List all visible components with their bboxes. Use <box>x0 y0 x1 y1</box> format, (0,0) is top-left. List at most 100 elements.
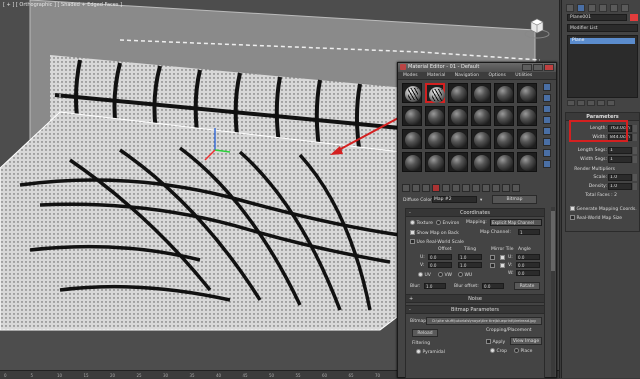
remove-modifier-icon[interactable] <box>597 100 605 106</box>
blur-offset-field[interactable]: 0.0 <box>482 283 504 289</box>
modifier-stack[interactable]: Plane <box>567 35 638 98</box>
material-slot[interactable] <box>448 129 468 149</box>
motion-tab-icon[interactable] <box>599 4 607 12</box>
uv-tiling-icon[interactable] <box>543 116 551 124</box>
material-slot[interactable] <box>402 106 422 126</box>
menu-material[interactable]: Material <box>427 73 445 78</box>
reload-button[interactable]: Reload <box>412 329 438 337</box>
options-icon[interactable] <box>543 149 551 157</box>
density-field[interactable]: 1.0 <box>608 183 632 190</box>
background-icon[interactable] <box>543 105 551 113</box>
map-type-button[interactable]: Bitmap <box>492 195 537 204</box>
u-mirror-checkbox[interactable] <box>490 255 495 260</box>
material-slot-selected[interactable] <box>425 83 445 103</box>
material-slot[interactable] <box>402 152 422 172</box>
show-end-result-icon[interactable] <box>492 184 500 192</box>
material-slot[interactable] <box>494 129 514 149</box>
texture-radio[interactable] <box>410 220 415 225</box>
material-editor-scrollbar[interactable] <box>551 207 555 377</box>
menu-navigation[interactable]: Navigation <box>455 73 479 78</box>
u-tiling-field[interactable]: 1.0 <box>458 254 482 260</box>
show-map-back-checkbox[interactable] <box>410 230 415 235</box>
material-slot[interactable] <box>448 83 468 103</box>
mapping-dropdown[interactable]: Explicit Map Channel <box>490 219 542 226</box>
menu-options[interactable]: Options <box>488 73 505 78</box>
length-segs-spinner[interactable] <box>633 147 637 154</box>
vw-radio[interactable] <box>438 272 443 277</box>
minimize-button[interactable] <box>522 64 532 71</box>
u-angle-field[interactable]: 0.0 <box>516 254 540 260</box>
material-slot[interactable] <box>448 152 468 172</box>
material-slot[interactable] <box>402 129 422 149</box>
gen-mapping-checkbox[interactable] <box>570 206 575 211</box>
bitmap-path-button[interactable]: D:\site stuff\tutorials\maya\tire tire\b… <box>426 317 542 325</box>
modifier-list-dropdown[interactable]: Modifier List <box>567 24 638 32</box>
modify-tab-icon[interactable] <box>577 4 585 12</box>
blur-field[interactable]: 1.0 <box>424 283 446 289</box>
uv-radio[interactable] <box>418 272 423 277</box>
material-slot[interactable] <box>494 152 514 172</box>
make-unique-icon[interactable] <box>452 184 460 192</box>
viewcube-icon[interactable] <box>524 14 550 40</box>
menu-utilities[interactable]: Utilities <box>515 73 532 78</box>
material-slot[interactable] <box>517 106 537 126</box>
copy-material-icon[interactable] <box>442 184 450 192</box>
map-dropdown-arrow-icon[interactable]: ▾ <box>480 196 482 205</box>
material-editor-titlebar[interactable]: Material Editor - 01 - Default <box>398 63 556 72</box>
wu-radio[interactable] <box>458 272 463 277</box>
video-color-icon[interactable] <box>543 127 551 135</box>
go-to-parent-icon[interactable] <box>502 184 510 192</box>
width-segs-spinner[interactable] <box>633 156 637 163</box>
length-spinner[interactable] <box>633 125 637 132</box>
sample-type-icon[interactable] <box>543 83 551 91</box>
material-slot[interactable] <box>517 83 537 103</box>
density-spinner[interactable] <box>633 183 637 190</box>
put-to-library-icon[interactable] <box>462 184 470 192</box>
assign-material-icon[interactable] <box>422 184 430 192</box>
v-angle-field[interactable]: 0.0 <box>516 262 540 268</box>
width-spinner[interactable] <box>633 134 637 141</box>
get-material-icon[interactable] <box>402 184 410 192</box>
place-radio[interactable] <box>514 348 519 353</box>
viewport-label[interactable]: [ + ] [ Orthographic ] [ Shaded + Edged … <box>3 2 122 8</box>
display-tab-icon[interactable] <box>610 4 618 12</box>
close-button[interactable] <box>544 64 554 71</box>
real-world-checkbox[interactable] <box>570 215 575 220</box>
show-map-icon[interactable] <box>482 184 490 192</box>
utilities-tab-icon[interactable] <box>621 4 629 12</box>
scale-field[interactable]: 1.0 <box>608 174 632 181</box>
put-to-scene-icon[interactable] <box>412 184 420 192</box>
show-end-result-icon[interactable] <box>577 100 585 106</box>
u-tile-checkbox[interactable] <box>500 255 505 260</box>
material-slot[interactable] <box>402 83 422 103</box>
create-tab-icon[interactable] <box>566 4 574 12</box>
go-forward-sibling-icon[interactable] <box>512 184 520 192</box>
configure-sets-icon[interactable] <box>607 100 615 106</box>
v-offset-field[interactable]: 0.0 <box>428 262 452 268</box>
material-slot[interactable] <box>425 106 445 126</box>
maximize-button[interactable] <box>533 64 543 71</box>
map-channel-field[interactable]: 1 <box>518 229 540 235</box>
stack-item-plane[interactable]: Plane <box>570 38 635 44</box>
apply-checkbox[interactable] <box>486 339 491 344</box>
material-slot[interactable] <box>425 152 445 172</box>
view-image-button[interactable]: View Image <box>510 337 542 345</box>
object-color-swatch[interactable] <box>630 14 638 21</box>
crop-radio[interactable] <box>490 348 495 353</box>
hierarchy-tab-icon[interactable] <box>588 4 596 12</box>
scale-spinner[interactable] <box>633 174 637 181</box>
backlight-icon[interactable] <box>543 94 551 102</box>
bitmap-parameters-header[interactable]: - Bitmap Parameters <box>406 306 544 314</box>
w-angle-field[interactable]: 0.0 <box>516 270 540 276</box>
material-slot[interactable] <box>471 106 491 126</box>
material-slot[interactable] <box>471 152 491 172</box>
width-segs-field[interactable]: 1 <box>608 156 632 163</box>
material-slot[interactable] <box>494 83 514 103</box>
make-unique-icon[interactable] <box>587 100 595 106</box>
environ-radio[interactable] <box>436 220 441 225</box>
material-slot[interactable] <box>517 129 537 149</box>
scrollbar-thumb[interactable] <box>551 211 555 271</box>
material-slot[interactable] <box>517 152 537 172</box>
select-by-material-icon[interactable] <box>543 160 551 168</box>
make-preview-icon[interactable] <box>543 138 551 146</box>
